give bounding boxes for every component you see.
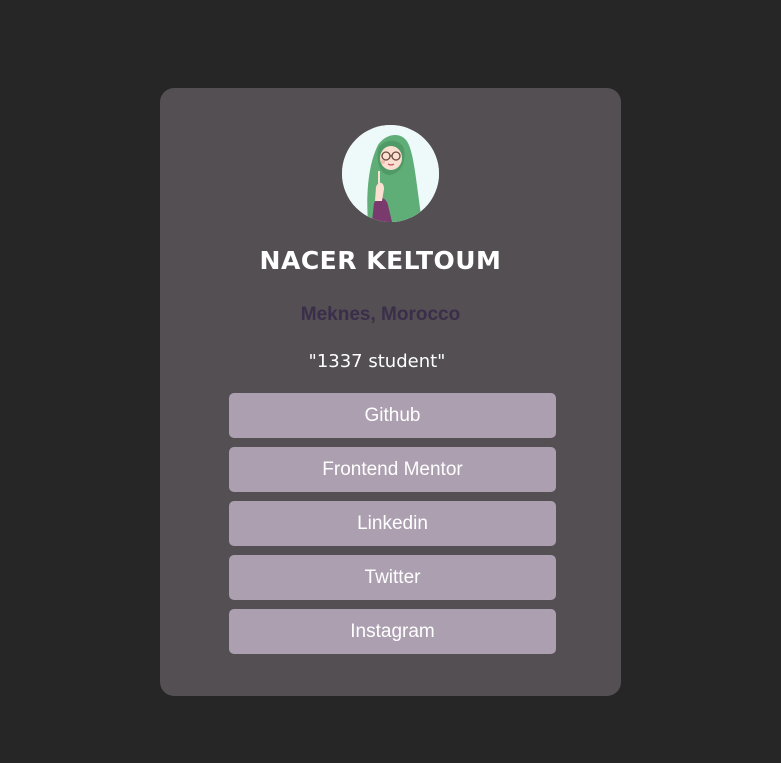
profile-bio: "1337 student" xyxy=(308,351,446,372)
linkedin-link-button[interactable]: Linkedin xyxy=(229,501,556,546)
avatar xyxy=(342,125,439,222)
profile-card: NACER KELTOUM Meknes, Morocco "1337 stud… xyxy=(160,88,621,696)
twitter-link-button[interactable]: Twitter xyxy=(229,555,556,600)
profile-location: Meknes, Morocco xyxy=(300,304,461,325)
github-link-button[interactable]: Github xyxy=(229,393,556,438)
frontend-mentor-link-button[interactable]: Frontend Mentor xyxy=(229,447,556,492)
profile-name: NACER KELTOUM xyxy=(259,246,502,275)
social-links-list: Github Frontend Mentor Linkedin Twitter … xyxy=(229,393,556,663)
instagram-link-button[interactable]: Instagram xyxy=(229,609,556,654)
hijab-girl-avatar-icon xyxy=(342,125,439,222)
